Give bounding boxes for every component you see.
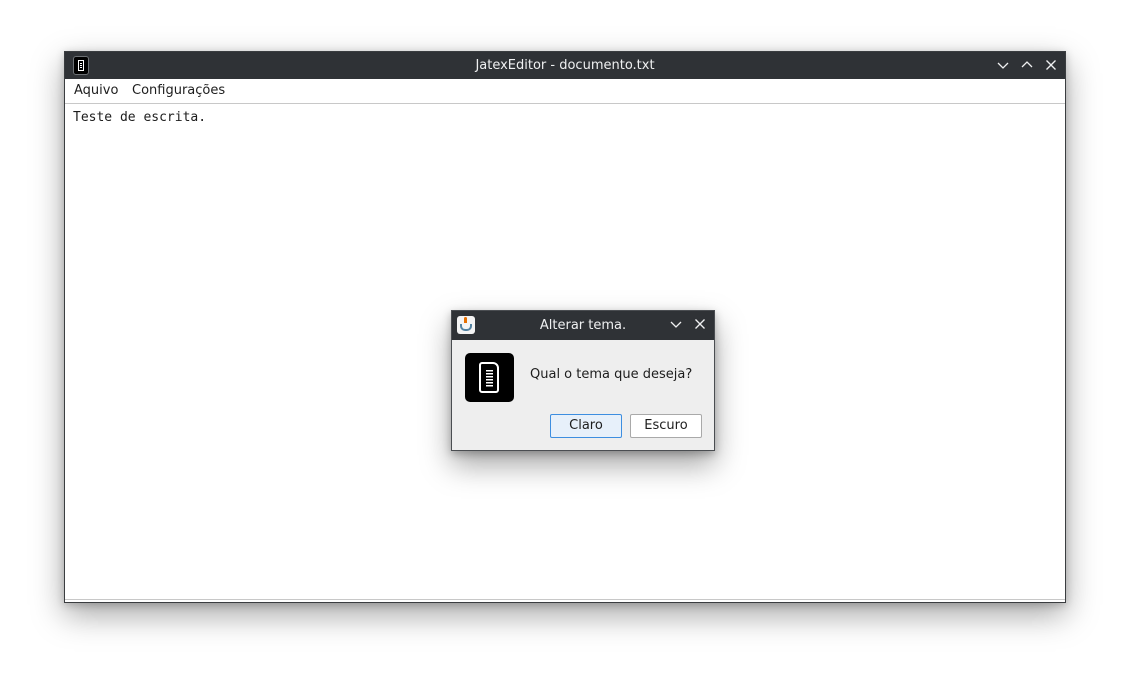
bottom-divider xyxy=(65,599,1065,600)
escuro-button[interactable]: Escuro xyxy=(630,414,702,438)
minimize-icon[interactable] xyxy=(666,315,686,335)
dialog-message: Qual o tema que deseja? xyxy=(530,367,693,382)
close-icon[interactable] xyxy=(690,315,710,335)
close-icon[interactable] xyxy=(1041,56,1061,76)
menu-bar: Aquivo Configurações xyxy=(65,79,1065,104)
editor-text[interactable]: Teste de escrita. xyxy=(73,110,206,125)
claro-button[interactable]: Claro xyxy=(550,414,622,438)
maximize-icon[interactable] xyxy=(1017,56,1037,76)
menu-arquivo[interactable]: Aquivo xyxy=(74,79,118,103)
menu-configuracoes[interactable]: Configurações xyxy=(132,79,225,103)
main-titlebar[interactable]: JatexEditor - documento.txt xyxy=(65,52,1065,79)
dialog-titlebar[interactable]: Alterar tema. xyxy=(452,311,714,340)
theme-dialog: Alterar tema. Qual o tema que deseja? Cl… xyxy=(451,310,715,451)
minimize-icon[interactable] xyxy=(993,56,1013,76)
window-title: JatexEditor - documento.txt xyxy=(475,58,655,73)
document-icon xyxy=(465,353,514,402)
